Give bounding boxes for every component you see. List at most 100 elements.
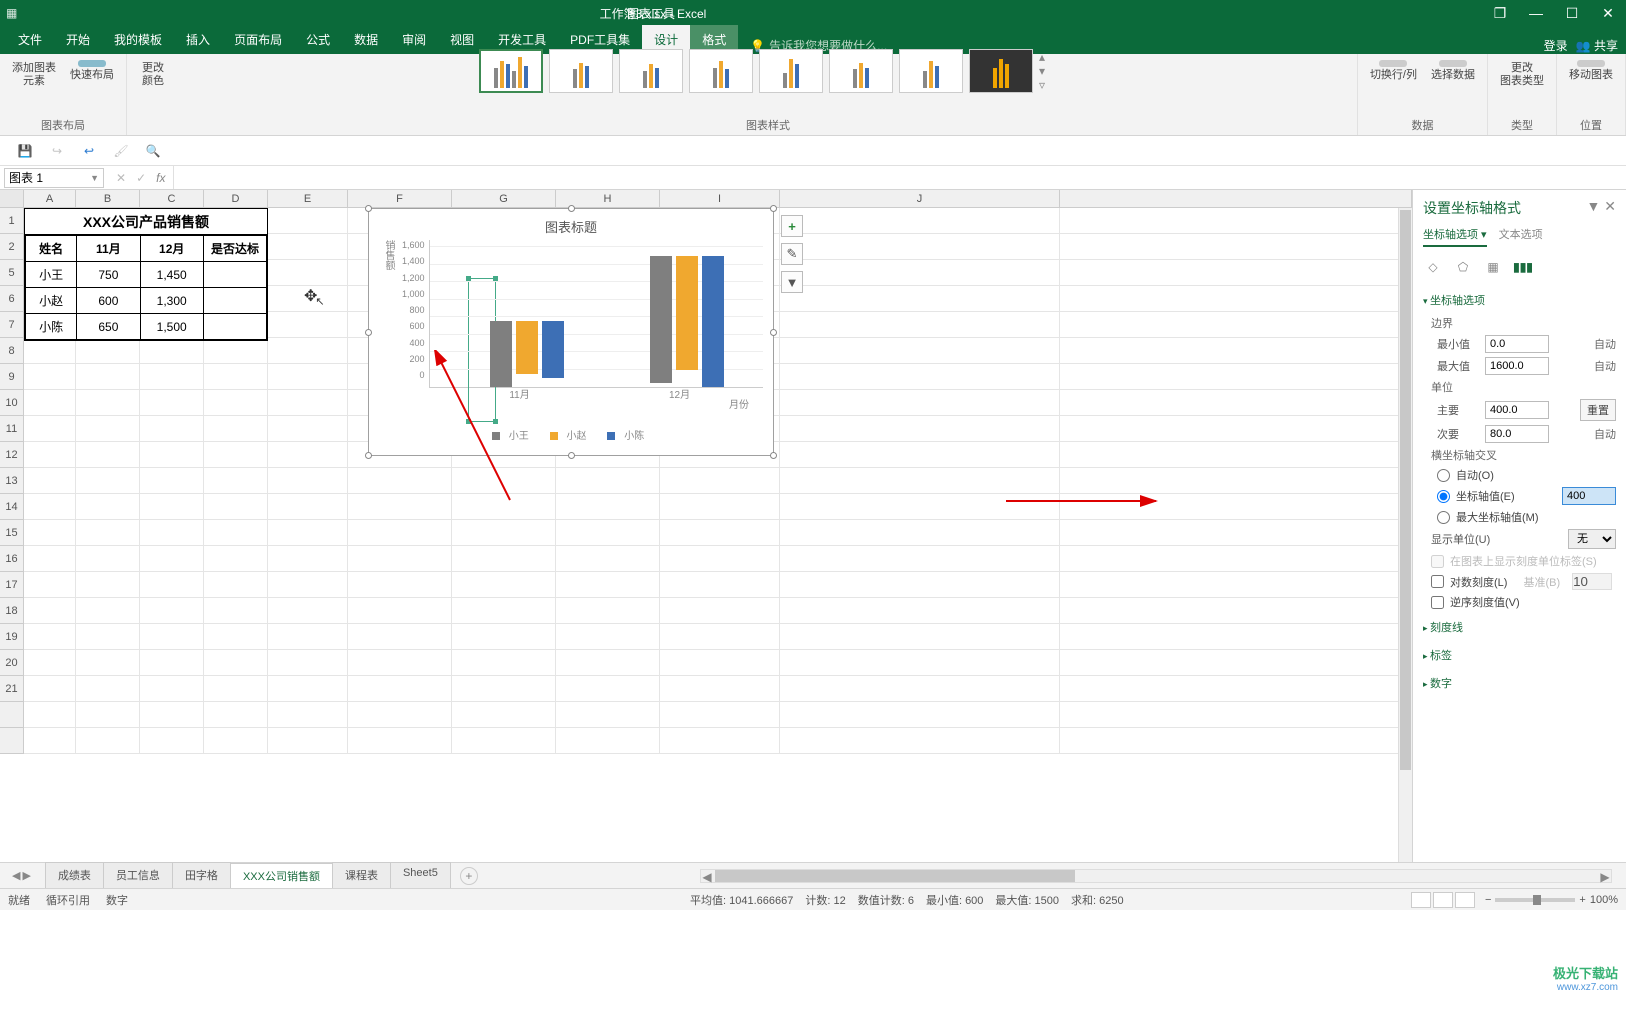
row-header-19[interactable]: 19 <box>0 624 24 650</box>
row-header-13[interactable]: 13 <box>0 468 24 494</box>
section-tickmarks[interactable]: 刻度线 <box>1423 616 1616 638</box>
chart-styles-button[interactable]: ✎ <box>781 243 803 265</box>
zoom-control[interactable]: − + 100% <box>1485 894 1618 906</box>
col-header-E[interactable]: E <box>268 190 348 207</box>
sheet-nav-next[interactable]: ▶ <box>22 869 30 882</box>
chart-elements-button[interactable]: + <box>781 215 803 237</box>
chart-style-4[interactable] <box>689 49 753 93</box>
row-header-20[interactable]: 20 <box>0 650 24 676</box>
sheet-nav-prev[interactable]: ◀ <box>12 869 20 882</box>
row-header-14[interactable]: 14 <box>0 494 24 520</box>
tab-formulas[interactable]: 公式 <box>294 25 342 54</box>
chart-title[interactable]: 图表标题 <box>369 209 773 240</box>
ribbon-options-icon[interactable]: ❐ <box>1482 0 1518 26</box>
change-colors-button[interactable]: 更改 颜色 <box>135 58 171 84</box>
formula-input[interactable] <box>173 166 1626 189</box>
maximize-button[interactable]: ☐ <box>1554 0 1590 26</box>
row-header-[interactable] <box>0 702 24 728</box>
section-number[interactable]: 数字 <box>1423 672 1616 694</box>
col-header-G[interactable]: G <box>452 190 556 207</box>
sheet-tab-员工信息[interactable]: 员工信息 <box>103 862 173 889</box>
section-axis-options[interactable]: 坐标轴选项 <box>1423 289 1616 311</box>
share-button[interactable]: 👥 共享 <box>1576 37 1618 54</box>
close-button[interactable]: ✕ <box>1590 0 1626 26</box>
login-link[interactable]: 登录 <box>1544 37 1568 54</box>
vertical-scrollbar[interactable] <box>1398 208 1412 862</box>
add-sheet-button[interactable]: + <box>460 867 478 885</box>
row-header-15[interactable]: 15 <box>0 520 24 546</box>
sheet-tab-Sheet5[interactable]: Sheet5 <box>390 862 451 889</box>
row-header-21[interactable]: 21 <box>0 676 24 702</box>
section-labels[interactable]: 标签 <box>1423 644 1616 666</box>
redo-icon[interactable]: ↪ <box>48 142 66 160</box>
horizontal-scrollbar[interactable]: ◀▶ <box>700 869 1612 883</box>
effects-icon[interactable]: ⬠ <box>1453 257 1473 277</box>
tab-file[interactable]: 文件 <box>6 25 54 54</box>
row-header-[interactable] <box>0 728 24 754</box>
radio-max-value[interactable] <box>1437 511 1450 524</box>
row-header-16[interactable]: 16 <box>0 546 24 572</box>
subtab-text-options[interactable]: 文本选项 <box>1499 226 1543 247</box>
pane-close-icon[interactable]: ▼ ✕ <box>1587 198 1616 218</box>
y-axis-title[interactable]: 销售额 <box>379 240 398 400</box>
tab-layout[interactable]: 页面布局 <box>222 25 294 54</box>
size-icon[interactable]: ▦ <box>1483 257 1503 277</box>
row-header-11[interactable]: 11 <box>0 416 24 442</box>
display-unit-select[interactable]: 无 <box>1568 529 1616 549</box>
chart-style-7[interactable] <box>899 49 963 93</box>
select-data-button[interactable]: 选择数据 <box>1427 58 1479 84</box>
chart-style-6[interactable] <box>829 49 893 93</box>
max-input[interactable] <box>1485 357 1549 375</box>
row-header-1[interactable]: 1 <box>0 208 24 234</box>
row-header-17[interactable]: 17 <box>0 572 24 598</box>
add-chart-element-button[interactable]: 添加图表 元素 <box>8 58 60 84</box>
save-icon[interactable]: 💾 <box>16 142 34 160</box>
row-header-9[interactable]: 9 <box>0 364 24 390</box>
col-header-D[interactable]: D <box>204 190 268 207</box>
worksheet[interactable]: ABCDEFGHIJ 12567891011121314151617181920… <box>0 190 1412 862</box>
undo-icon[interactable]: ↩ <box>80 142 98 160</box>
major-unit-input[interactable] <box>1485 401 1549 419</box>
change-chart-type-button[interactable]: 更改 图表类型 <box>1496 58 1548 84</box>
zoom-in-icon[interactable]: + <box>1579 894 1585 906</box>
fill-icon[interactable]: ◇ <box>1423 257 1443 277</box>
axis-options-icon[interactable]: ▮▮▮ <box>1513 257 1533 277</box>
chart-style-3[interactable] <box>619 49 683 93</box>
col-header-C[interactable]: C <box>140 190 204 207</box>
brush-icon[interactable]: 🖌 <box>112 142 130 160</box>
radio-auto[interactable] <box>1437 469 1450 482</box>
move-chart-button[interactable]: 移动图表 <box>1565 58 1617 84</box>
select-all-corner[interactable] <box>0 190 24 207</box>
minor-unit-input[interactable] <box>1485 425 1549 443</box>
chart-style-2[interactable] <box>549 49 613 93</box>
col-header-B[interactable]: B <box>76 190 140 207</box>
name-box[interactable]: 图表 1▼ <box>4 168 104 188</box>
col-header-A[interactable]: A <box>24 190 76 207</box>
tab-templates[interactable]: 我的模板 <box>102 25 174 54</box>
view-page-break-button[interactable] <box>1455 892 1475 908</box>
row-header-8[interactable]: 8 <box>0 338 24 364</box>
sheet-tab-课程表[interactable]: 课程表 <box>332 862 391 889</box>
chart-filters-button[interactable]: ▼ <box>781 271 803 293</box>
min-input[interactable] <box>1485 335 1549 353</box>
sheet-tab-XXX公司销售额[interactable]: XXX公司销售额 <box>230 863 333 890</box>
quick-layout-button[interactable]: 快速布局 <box>66 58 118 84</box>
tab-data[interactable]: 数据 <box>342 25 390 54</box>
view-page-layout-button[interactable] <box>1433 892 1453 908</box>
subtab-axis-options[interactable]: 坐标轴选项 ▾ <box>1423 226 1487 247</box>
radio-axis-value[interactable] <box>1437 490 1450 503</box>
reset-button[interactable]: 重置 <box>1580 399 1616 421</box>
chart-style-1[interactable] <box>479 49 543 93</box>
col-header-F[interactable]: F <box>348 190 452 207</box>
zoom-out-icon[interactable]: − <box>1485 894 1491 906</box>
minimize-button[interactable]: — <box>1518 0 1554 26</box>
row-header-6[interactable]: 6 <box>0 286 24 312</box>
cancel-icon[interactable]: ✕ <box>116 171 126 185</box>
fx-icon[interactable]: fx <box>156 171 165 185</box>
row-header-5[interactable]: 5 <box>0 260 24 286</box>
enter-icon[interactable]: ✓ <box>136 171 146 185</box>
chart-style-8[interactable] <box>969 49 1033 93</box>
zoom-level[interactable]: 100% <box>1590 894 1618 906</box>
row-header-7[interactable]: 7 <box>0 312 24 338</box>
print-preview-icon[interactable]: 🔍 <box>144 142 162 160</box>
